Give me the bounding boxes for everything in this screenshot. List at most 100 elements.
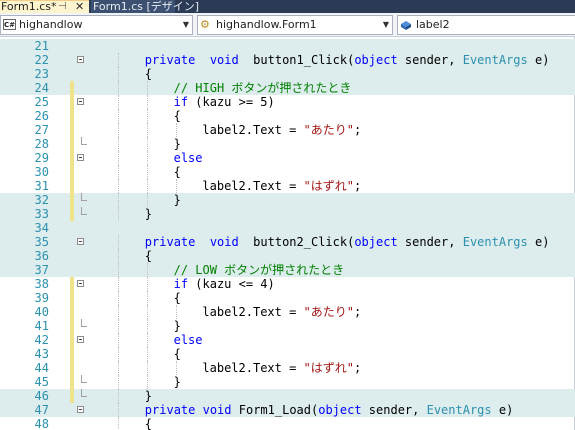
code-token: { <box>173 291 181 305</box>
code-token: ; <box>354 305 362 319</box>
indent-guide <box>146 361 148 375</box>
project-dropdown[interactable]: C# highandlow ▼ <box>0 15 193 35</box>
pin-icon[interactable]: ⊣ <box>58 0 67 13</box>
change-marker <box>70 291 74 305</box>
collapse-icon[interactable] <box>77 406 84 413</box>
change-marker <box>70 277 74 291</box>
code-token: EventArgs <box>462 53 528 67</box>
code-line[interactable]: 30 { <box>0 165 575 179</box>
indent-guide <box>146 277 148 291</box>
code-token: sender, <box>397 235 463 249</box>
code-line[interactable]: 28} <box>0 137 575 151</box>
indent-guide <box>175 179 177 193</box>
code-line[interactable]: 24 // HIGH ボタンが押されたとき <box>0 81 575 95</box>
code-line[interactable]: 23 { <box>0 67 575 81</box>
code-line[interactable]: 22 private void button1_Click(object send… <box>0 53 575 67</box>
code-line[interactable]: 44 label2.Text = "はずれ"; <box>0 361 575 375</box>
code-line[interactable]: 46} <box>0 389 575 403</box>
collapse-icon[interactable] <box>77 154 84 161</box>
code-line[interactable]: 31 label2.Text = "はずれ"; <box>0 179 575 193</box>
code-token: ; <box>354 361 362 375</box>
line-number: 32 <box>34 193 49 207</box>
code-line[interactable]: 40 label2.Text = "あたり"; <box>0 305 575 319</box>
code-line[interactable]: 36 { <box>0 249 575 263</box>
code-editor[interactable]: 21 22 private void button1_Click(object se… <box>0 37 575 430</box>
class-icon: ⚙ <box>200 18 210 31</box>
collapse-icon[interactable] <box>77 280 84 287</box>
line-number: 34 <box>34 221 49 235</box>
code-line[interactable]: 21 <box>0 39 575 53</box>
chevron-down-icon: ▼ <box>382 20 389 29</box>
change-marker <box>70 375 74 389</box>
code-token: label2.Text = <box>202 361 304 375</box>
code-line[interactable]: 38 if (kazu <= 4) <box>0 277 575 291</box>
code-token: private <box>144 403 196 417</box>
code-text: private void button1_Click(object sender… <box>145 53 550 67</box>
code-token: e) <box>527 53 550 67</box>
code-line[interactable]: 45} <box>0 375 575 389</box>
code-line[interactable]: 32} <box>0 193 575 207</box>
indent-guide <box>146 347 148 361</box>
code-line[interactable]: 48 { <box>0 417 575 430</box>
change-marker <box>70 361 74 375</box>
code-line[interactable]: 43 { <box>0 347 575 361</box>
code-token: { <box>144 417 153 430</box>
code-line[interactable]: 39 { <box>0 291 575 305</box>
collapse-icon[interactable] <box>77 336 84 343</box>
code-line[interactable]: 26 { <box>0 109 575 123</box>
indent-guide <box>118 235 119 249</box>
collapse-icon[interactable] <box>77 98 84 105</box>
code-line[interactable]: 42 else <box>0 333 575 347</box>
indent-guide <box>118 389 119 403</box>
member-dropdown[interactable]: label2 <box>397 15 575 35</box>
indent-guide <box>175 305 177 319</box>
line-number: 21 <box>34 39 49 53</box>
code-line[interactable]: 29 else <box>0 151 575 165</box>
indent-guide <box>146 291 148 305</box>
code-line[interactable]: 37 // LOW ボタンが押されたとき <box>0 263 575 277</box>
code-text: label2.Text = "あたり"; <box>202 123 361 137</box>
code-line[interactable]: 34 <box>0 221 575 235</box>
indent-guide <box>118 179 119 193</box>
line-number: 42 <box>34 333 49 347</box>
change-marker <box>70 109 74 123</box>
line-number: 40 <box>34 305 49 319</box>
indent-guide <box>118 361 119 375</box>
class-dropdown[interactable]: ⚙ highandlow.Form1 ▼ <box>197 15 393 35</box>
code-token: } <box>173 319 181 333</box>
tab-form1-design[interactable]: Form1.cs [デザイン] <box>91 0 199 13</box>
code-line[interactable]: 35 private void button2_Click(object send… <box>0 235 575 249</box>
indent-guide <box>146 95 148 109</box>
code-token: e) <box>527 235 550 249</box>
line-number: 33 <box>34 207 49 221</box>
code-line[interactable]: 25 if (kazu >= 5) <box>0 95 575 109</box>
line-number: 24 <box>34 81 49 95</box>
collapse-icon[interactable] <box>77 238 84 245</box>
line-number: 41 <box>34 319 49 333</box>
code-text: // HIGH ボタンが押されたとき <box>174 81 352 95</box>
code-token: "はずれ" <box>303 179 354 193</box>
code-text: { <box>174 347 181 361</box>
code-token: (kazu <= 4) <box>188 277 275 291</box>
collapse-icon[interactable] <box>77 56 84 63</box>
change-marker <box>70 193 74 207</box>
code-line[interactable]: 27 label2.Text = "あたり"; <box>0 123 575 137</box>
line-number: 47 <box>34 403 49 417</box>
code-token: } <box>173 375 181 389</box>
code-line[interactable]: 41} <box>0 319 575 333</box>
code-line[interactable]: 33} <box>0 207 575 221</box>
code-text: else <box>174 333 203 347</box>
code-line[interactable]: 47 private void Form1_Load(object sender,… <box>0 403 575 417</box>
line-number: 36 <box>34 249 49 263</box>
code-text: else <box>174 151 203 165</box>
code-token: e) <box>491 403 514 417</box>
tab-form1-cs[interactable]: Form1.cs* ⊣ ✕ <box>0 0 89 13</box>
fold-end-marker <box>81 207 87 215</box>
code-text: } <box>174 375 181 389</box>
code-token: void <box>209 53 239 67</box>
indent-guide <box>118 53 119 67</box>
line-number: 44 <box>34 361 49 375</box>
change-marker <box>70 179 74 193</box>
change-marker <box>70 207 74 221</box>
close-icon[interactable]: ✕ <box>75 0 84 13</box>
